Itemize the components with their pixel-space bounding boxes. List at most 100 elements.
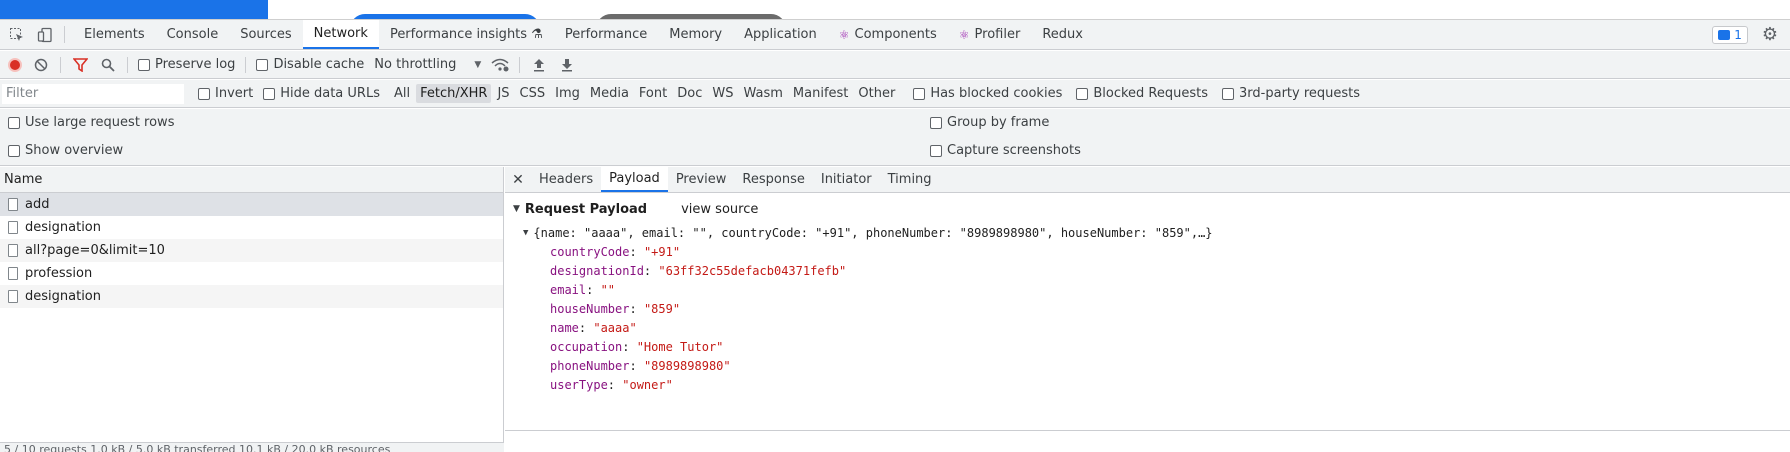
tab-label: Application <box>744 27 817 42</box>
request-row[interactable]: designation <box>0 285 503 308</box>
upload-icon[interactable] <box>530 58 548 72</box>
checkbox-box[interactable] <box>138 58 150 71</box>
type-filter-ws[interactable]: WS <box>708 84 737 103</box>
toolbar-separator <box>245 56 247 73</box>
detail-tab-initiator[interactable]: Initiator <box>813 167 880 192</box>
request-detail-pane: ✕ Headers Payload Preview Response Initiator… <box>505 167 1790 452</box>
checkbox-box[interactable] <box>198 87 210 100</box>
document-icon <box>8 221 18 234</box>
clear-icon[interactable] <box>32 58 50 72</box>
field-separator: : <box>586 282 601 297</box>
tab-performance-insights[interactable]: Performance insights ⚗ <box>379 20 554 49</box>
tab-components[interactable]: ⚛ Components <box>828 20 948 49</box>
tab-label: Network <box>313 26 368 41</box>
disable-cache-checkbox[interactable]: Disable cache <box>256 57 364 72</box>
third-party-requests-label: 3rd-party requests <box>1239 86 1361 101</box>
hide-data-urls-checkbox[interactable]: Hide data URLs <box>263 86 380 101</box>
payload-fields: countryCode: "+91" designationId: "63ff32… <box>513 242 1790 394</box>
tab-elements[interactable]: Elements <box>73 20 156 49</box>
field-key: userType <box>550 377 608 392</box>
tab-label: Memory <box>669 27 723 42</box>
type-filter-wasm[interactable]: Wasm <box>739 84 786 103</box>
third-party-requests-checkbox[interactable]: 3rd-party requests <box>1222 86 1360 101</box>
close-icon[interactable]: ✕ <box>505 167 531 192</box>
field-separator: : <box>629 301 644 316</box>
checkbox-box[interactable] <box>8 116 20 129</box>
preserve-log-checkbox[interactable]: Preserve log <box>138 57 235 72</box>
field-value: "+91" <box>643 244 681 259</box>
type-filter-font[interactable]: Font <box>635 84 671 103</box>
request-row[interactable]: add <box>0 193 503 216</box>
type-filter-manifest[interactable]: Manifest <box>789 84 852 103</box>
payload-summary[interactable]: ▼ {name: "aaaa", email: "", countryCode:… <box>523 224 1790 242</box>
payload-summary-text: {name: "aaaa", email: "", countryCode: "… <box>533 226 1213 240</box>
checkbox-box[interactable] <box>930 116 942 129</box>
page-content-strip <box>0 0 1790 20</box>
tab-sources[interactable]: Sources <box>229 20 302 49</box>
payload-field: houseNumber: "859" <box>550 299 1790 318</box>
issues-badge[interactable]: 1 <box>1712 25 1748 44</box>
download-icon[interactable] <box>558 58 576 72</box>
request-row[interactable]: all?page=0&limit=10 <box>0 239 503 262</box>
large-request-rows-checkbox[interactable]: Use large request rows <box>8 115 174 130</box>
field-separator: : <box>578 320 594 335</box>
group-by-frame-checkbox[interactable]: Group by frame <box>930 115 1049 130</box>
tab-memory[interactable]: Memory <box>658 20 733 49</box>
request-row[interactable]: profession <box>0 262 503 285</box>
record-button[interactable] <box>8 57 22 72</box>
checkbox-box[interactable] <box>913 87 926 100</box>
inspect-element-icon[interactable] <box>6 20 28 49</box>
device-toolbar-icon[interactable] <box>34 20 56 49</box>
checkbox-box[interactable] <box>263 87 276 100</box>
payload-field: designationId: "63ff32c55defacb04371fefb… <box>550 261 1790 280</box>
filter-funnel-icon[interactable] <box>71 57 89 72</box>
tab-profiler[interactable]: ⚛ Profiler <box>948 20 1032 49</box>
view-source-link[interactable]: view source <box>681 202 758 217</box>
capture-screenshots-checkbox[interactable]: Capture screenshots <box>930 143 1081 158</box>
preserve-log-label: Preserve log <box>155 57 236 72</box>
filter-input[interactable] <box>2 83 184 104</box>
throttling-select[interactable]: No throttling ▼ <box>374 57 481 72</box>
hide-data-urls-label: Hide data URLs <box>280 86 380 101</box>
type-filter-js[interactable]: JS <box>493 84 513 103</box>
tab-network[interactable]: Network <box>302 20 379 49</box>
has-blocked-cookies-checkbox[interactable]: Has blocked cookies <box>913 86 1062 101</box>
request-row[interactable]: designation <box>0 216 503 239</box>
checkbox-box[interactable] <box>1222 87 1235 100</box>
tab-console[interactable]: Console <box>156 20 230 49</box>
tab-performance[interactable]: Performance <box>554 20 658 49</box>
toolbar-separator <box>519 56 521 73</box>
payload-header[interactable]: ▼ Request Payload view source <box>513 199 1790 219</box>
blocked-requests-checkbox[interactable]: Blocked Requests <box>1076 86 1208 101</box>
type-filter-doc[interactable]: Doc <box>673 84 706 103</box>
request-name: designation <box>25 220 101 235</box>
detail-tab-payload[interactable]: Payload <box>601 167 668 192</box>
field-separator: : <box>643 263 659 278</box>
type-filter-css[interactable]: CSS <box>516 84 550 103</box>
field-separator: : <box>607 377 623 392</box>
type-filter-all[interactable]: All <box>390 84 414 103</box>
tab-label: Console <box>166 27 219 42</box>
filter-row: Invert Hide data URLs AllFetch/XHRJSCSSI… <box>0 80 1790 108</box>
checkbox-box[interactable] <box>8 144 20 157</box>
invert-checkbox[interactable]: Invert <box>198 86 253 101</box>
tab-redux[interactable]: Redux <box>1031 20 1094 49</box>
detail-tab-response[interactable]: Response <box>734 167 812 192</box>
tab-application[interactable]: Application <box>733 20 828 49</box>
detail-tab-preview[interactable]: Preview <box>668 167 735 192</box>
search-icon[interactable] <box>99 58 117 72</box>
gear-icon[interactable]: ⚙ <box>1762 24 1778 45</box>
detail-tab-headers[interactable]: Headers <box>531 167 601 192</box>
detail-tab-timing[interactable]: Timing <box>880 167 940 192</box>
checkbox-box[interactable] <box>930 144 942 157</box>
checkbox-box[interactable] <box>256 58 269 71</box>
type-filter-other[interactable]: Other <box>854 84 899 103</box>
network-conditions-icon[interactable] <box>491 58 509 72</box>
name-column-header[interactable]: Name <box>0 167 503 193</box>
field-key: name <box>550 320 579 335</box>
checkbox-box[interactable] <box>1076 87 1089 100</box>
type-filter-media[interactable]: Media <box>586 84 633 103</box>
type-filter-img[interactable]: Img <box>551 84 584 103</box>
show-overview-checkbox[interactable]: Show overview <box>8 143 123 158</box>
type-filter-fetch-xhr[interactable]: Fetch/XHR <box>416 84 492 103</box>
